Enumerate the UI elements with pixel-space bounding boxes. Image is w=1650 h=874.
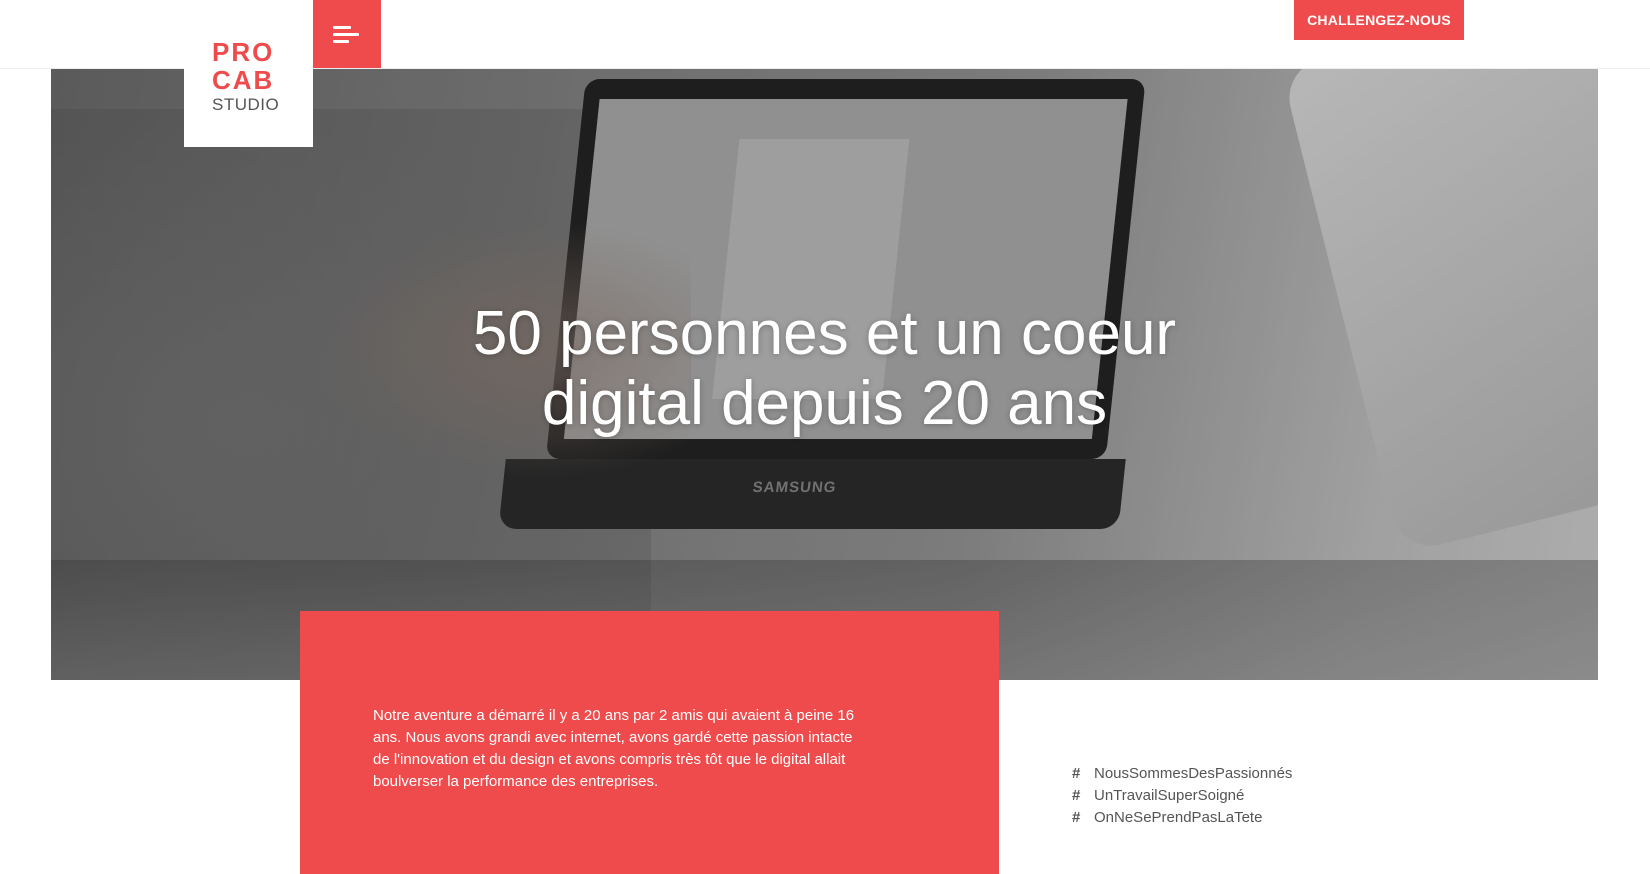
challenge-us-button[interactable]: CHALLENGEZ-NOUS	[1294, 0, 1464, 40]
hashtag-item: # OnNeSePrendPasLaTete	[1072, 806, 1352, 828]
hashtag-label: NousSommesDesPassionnés	[1094, 764, 1293, 782]
hashtag-item: # NousSommesDesPassionnés	[1072, 762, 1352, 784]
hero-title-line1: 50 personnes et un coeur	[472, 299, 1177, 368]
about-block: Notre aventure a démarré il y a 20 ans p…	[300, 611, 999, 874]
hero-banner: SAMSUNG 50 personnes et un coeur digital…	[51, 69, 1598, 680]
menu-button[interactable]	[313, 0, 381, 68]
about-text: Notre aventure a démarré il y a 20 ans p…	[373, 707, 855, 790]
hash-icon: #	[1072, 786, 1081, 804]
hash-icon: #	[1072, 808, 1081, 826]
hashtag-list: # NousSommesDesPassionnés # UnTravailSup…	[1072, 762, 1352, 828]
logo[interactable]: PRO CAB STUDIO	[184, 0, 313, 147]
hero-title: 50 personnes et un coeur digital depuis …	[51, 299, 1598, 439]
hashtag-item: # UnTravailSuperSoigné	[1072, 784, 1352, 806]
hashtag-label: OnNeSePrendPasLaTete	[1094, 808, 1263, 826]
logo-line-pro: PRO	[212, 37, 275, 67]
logo-line-studio: STUDIO	[212, 95, 280, 114]
hero-title-line2: digital depuis 20 ans	[541, 369, 1108, 438]
hash-icon: #	[1072, 764, 1081, 782]
hashtag-label: UnTravailSuperSoigné	[1094, 786, 1245, 804]
page: PRO CAB STUDIO CHALLENGEZ-NOUS SAMSUNG 5…	[0, 0, 1650, 874]
logo-line-cab: CAB	[212, 65, 275, 95]
